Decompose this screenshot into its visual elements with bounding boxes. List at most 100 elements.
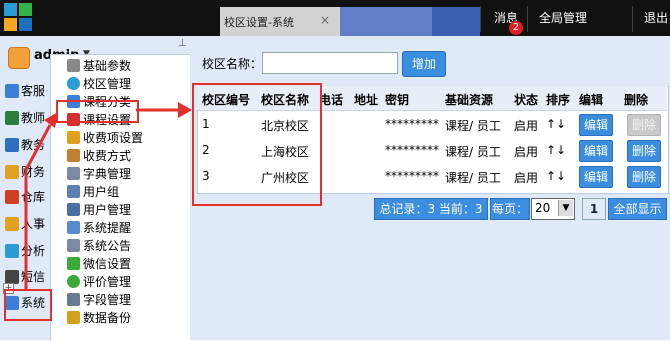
user-icon: [67, 203, 80, 216]
highlight-campus-manage: [56, 100, 139, 123]
cell-resource[interactable]: 课程/ 员工: [445, 117, 501, 134]
module-label: 分析: [21, 244, 46, 258]
per-page-label: 每页：: [490, 198, 530, 220]
divider: [480, 6, 481, 32]
house-icon: [5, 190, 19, 204]
sort-arrows[interactable]: ↑↓: [546, 117, 566, 131]
avatar[interactable]: [8, 47, 30, 69]
show-all-button[interactable]: 全部显示: [608, 198, 667, 220]
campus-name-input[interactable]: [262, 52, 398, 74]
tree-label: 校区管理: [83, 77, 132, 91]
pager-summary: 总记录：3 当前：3: [374, 198, 488, 220]
tree-label: 字典管理: [83, 167, 132, 181]
delete-button[interactable]: 删除: [627, 140, 661, 162]
per-page-select[interactable]: 20 ▼: [531, 198, 575, 220]
col-header: 电话: [319, 93, 344, 107]
sort-arrows[interactable]: ↑↓: [546, 169, 566, 183]
module-teacher[interactable]: 教师: [2, 107, 50, 129]
sort-arrows[interactable]: ↑↓: [546, 143, 566, 157]
highlight-campus-columns: [192, 83, 322, 206]
person-icon: [5, 217, 19, 231]
book-icon: [5, 138, 19, 152]
module-label: 仓库: [21, 190, 46, 204]
cell-key: *********: [385, 169, 439, 183]
module-customer-service[interactable]: 客服: [2, 80, 50, 102]
cell-resource[interactable]: 课程/ 员工: [445, 169, 501, 186]
tree-label: 系统公告: [83, 239, 132, 253]
col-header: 地址: [354, 93, 379, 107]
field-icon: [67, 293, 80, 306]
exit-button[interactable]: 退出: [636, 0, 670, 36]
phone-icon: [5, 270, 19, 284]
global-manage-button[interactable]: 全局管理: [528, 0, 598, 36]
divider: [632, 6, 633, 32]
tree-label: 系统提醒: [83, 221, 132, 235]
gear-icon: [67, 59, 80, 72]
edit-button[interactable]: 编辑: [579, 140, 613, 162]
module-label: 财务: [21, 165, 46, 179]
current-page[interactable]: 1: [582, 198, 606, 220]
coins-icon: [67, 131, 80, 144]
per-page-value: 20: [535, 201, 551, 215]
cell-key: *********: [385, 143, 439, 157]
module-label: 教师: [21, 111, 46, 125]
doc-icon: [67, 167, 80, 180]
col-header: 删除: [624, 93, 649, 107]
module-label: 短信: [21, 270, 46, 284]
cell-key: *********: [385, 117, 439, 131]
tree-label: 字段管理: [83, 293, 132, 307]
wechat-icon: [67, 257, 80, 270]
tree-label: 用户管理: [83, 203, 132, 217]
delete-button[interactable]: 删除: [627, 166, 661, 188]
settings-tree: 基础参数 校区管理 课程分类 课程设置 收费项设置 收费方式 字典管理 用户组 …: [50, 54, 191, 341]
money-icon: [5, 165, 19, 179]
module-hr[interactable]: 人事: [2, 213, 50, 235]
chart-icon: [5, 244, 19, 258]
col-header: 编辑: [579, 93, 604, 107]
headset-icon: [5, 84, 19, 98]
tab-strip-fill: [340, 7, 432, 36]
module-academic[interactable]: 教务: [2, 134, 50, 156]
module-label: 客服: [21, 84, 46, 98]
teacher-icon: [5, 111, 19, 125]
tree-label: 收费方式: [83, 149, 132, 163]
tree-label: 微信设置: [83, 257, 132, 271]
cell-status[interactable]: 启用: [514, 117, 538, 134]
app-logo[interactable]: [4, 3, 32, 31]
pin-icon[interactable]: ⊥: [178, 38, 187, 49]
col-header: 排序: [546, 93, 571, 107]
cell-status[interactable]: 启用: [514, 169, 538, 186]
notice-icon: [67, 239, 80, 252]
edit-button[interactable]: 编辑: [579, 114, 613, 136]
highlight-system-module: [4, 289, 52, 321]
bell-icon: [67, 221, 80, 234]
wallet-icon: [67, 149, 80, 162]
col-header: 密钥: [385, 93, 410, 107]
tree-label: 收费项设置: [83, 131, 144, 145]
module-warehouse[interactable]: 仓库: [2, 186, 50, 208]
cell-resource[interactable]: 课程/ 员工: [445, 143, 501, 160]
star-icon: [67, 275, 80, 288]
close-icon[interactable]: ×: [320, 13, 330, 27]
campus-name-label: 校区名称：: [202, 57, 263, 71]
message-badge: 2: [509, 21, 523, 35]
tab-title: 校区设置-系统: [224, 16, 294, 29]
tree-label: 评价管理: [83, 275, 132, 289]
cell-status[interactable]: 启用: [514, 143, 538, 160]
col-header: 基础资源: [445, 93, 494, 107]
module-label: 教务: [21, 138, 46, 152]
add-button[interactable]: 增加: [402, 51, 446, 77]
col-header: 状态: [514, 93, 539, 107]
module-finance[interactable]: 财务: [2, 161, 50, 183]
module-analysis[interactable]: 分析: [2, 240, 50, 262]
tree-label: 用户组: [83, 185, 120, 199]
globe-icon: [67, 77, 80, 90]
tab-campus-settings[interactable]: 校区设置-系统 ×: [220, 7, 341, 36]
db-icon: [67, 311, 80, 324]
tab-strip-fill-dark: [432, 7, 480, 36]
tree-label: 数据备份: [83, 311, 132, 325]
edit-button[interactable]: 编辑: [579, 166, 613, 188]
delete-button-disabled: 删除: [627, 114, 661, 136]
module-label: 人事: [21, 217, 46, 231]
chevron-down-icon[interactable]: ▼: [558, 200, 573, 216]
